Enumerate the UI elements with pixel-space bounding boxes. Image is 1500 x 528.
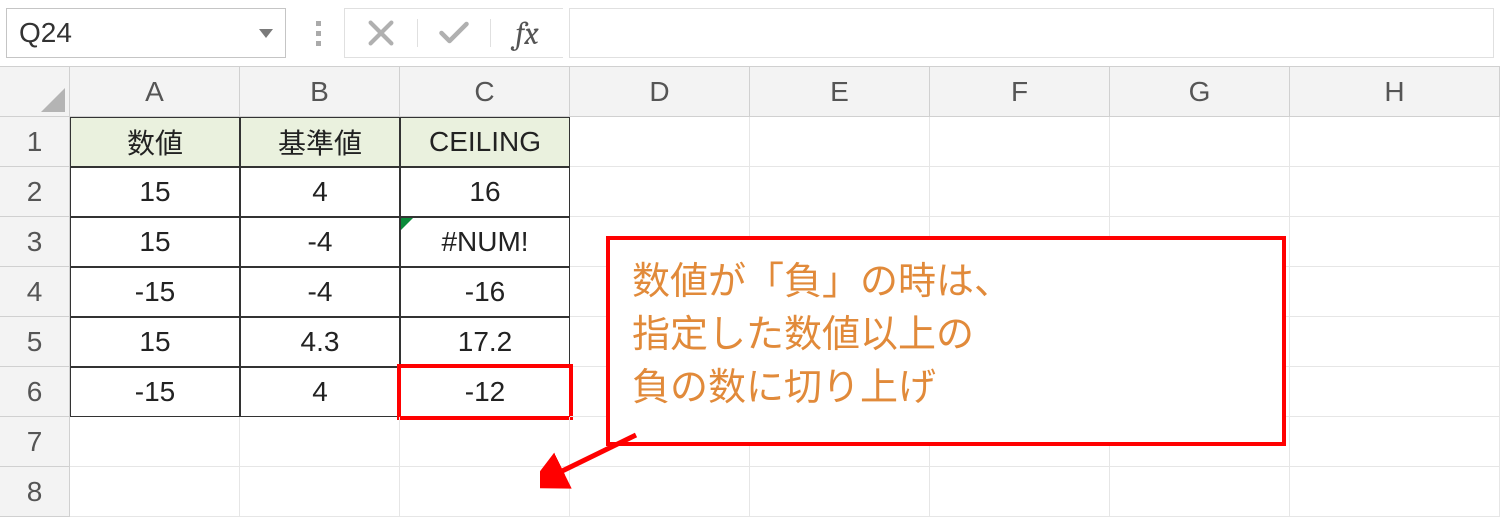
cell-D2[interactable]: [570, 167, 750, 217]
insert-function-button[interactable]: fx: [491, 15, 563, 52]
col-header-C[interactable]: C: [400, 67, 570, 117]
cell-B4[interactable]: -4: [240, 267, 400, 317]
cell-G8[interactable]: [1110, 467, 1290, 517]
cell-E8[interactable]: [750, 467, 930, 517]
formula-buttons: fx: [344, 8, 563, 58]
x-icon: [368, 20, 394, 46]
cell-C3[interactable]: #NUM!: [400, 217, 570, 267]
cell-G2[interactable]: [1110, 167, 1290, 217]
cell-B5[interactable]: 4.3: [240, 317, 400, 367]
col-header-D[interactable]: D: [570, 67, 750, 117]
annotation-callout: 数値が「負」の時は、 指定した数値以上の 負の数に切り上げ: [606, 236, 1286, 446]
cell-B1[interactable]: 基準値: [240, 117, 400, 167]
formula-input[interactable]: [569, 8, 1494, 58]
cell-B2[interactable]: 4: [240, 167, 400, 217]
name-box-dropdown-icon[interactable]: [259, 29, 273, 38]
cell-C7[interactable]: [400, 417, 570, 467]
row-header-4[interactable]: 4: [0, 267, 70, 317]
row-header-8[interactable]: 8: [0, 467, 70, 517]
cell-D8[interactable]: [570, 467, 750, 517]
name-box-value: Q24: [19, 17, 259, 49]
row-header-2[interactable]: 2: [0, 167, 70, 217]
select-all-triangle[interactable]: [0, 67, 70, 117]
cell-C4[interactable]: -16: [400, 267, 570, 317]
cell-E1[interactable]: [750, 117, 930, 167]
cell-H1[interactable]: [1290, 117, 1500, 167]
cell-A1[interactable]: 数値: [70, 117, 240, 167]
col-header-B[interactable]: B: [240, 67, 400, 117]
cell-A4[interactable]: -15: [70, 267, 240, 317]
cell-A2[interactable]: 15: [70, 167, 240, 217]
cell-H8[interactable]: [1290, 467, 1500, 517]
cancel-button[interactable]: [345, 20, 417, 46]
cell-B8[interactable]: [240, 467, 400, 517]
cell-A5[interactable]: 15: [70, 317, 240, 367]
col-header-G[interactable]: G: [1110, 67, 1290, 117]
row-header-6[interactable]: 6: [0, 367, 70, 417]
name-box[interactable]: Q24: [6, 8, 286, 58]
row-header-1[interactable]: 1: [0, 117, 70, 167]
cell-F8[interactable]: [930, 467, 1110, 517]
col-header-A[interactable]: A: [70, 67, 240, 117]
vertical-dots-icon: [316, 21, 321, 46]
enter-button[interactable]: [418, 20, 490, 46]
cell-H5[interactable]: [1290, 317, 1500, 367]
cell-A7[interactable]: [70, 417, 240, 467]
cell-A6[interactable]: -15: [70, 367, 240, 417]
check-icon: [439, 20, 469, 46]
cell-G1[interactable]: [1110, 117, 1290, 167]
cell-B3[interactable]: -4: [240, 217, 400, 267]
worksheet-grid[interactable]: A B C D E F G H 1 数値 基準値 CEILING 2 15 4 …: [0, 67, 1500, 517]
cell-H6[interactable]: [1290, 367, 1500, 417]
cell-D1[interactable]: [570, 117, 750, 167]
cell-C8[interactable]: [400, 467, 570, 517]
cell-C6[interactable]: -12: [400, 367, 570, 417]
cell-C2[interactable]: 16: [400, 167, 570, 217]
cell-B7[interactable]: [240, 417, 400, 467]
annotation-line2: 指定した数値以上の: [632, 309, 1260, 362]
row-header-7[interactable]: 7: [0, 417, 70, 467]
cell-F2[interactable]: [930, 167, 1110, 217]
annotation-line1: 数値が「負」の時は、: [632, 256, 1260, 309]
cell-H7[interactable]: [1290, 417, 1500, 467]
cell-C5[interactable]: 17.2: [400, 317, 570, 367]
cell-E2[interactable]: [750, 167, 930, 217]
cell-A8[interactable]: [70, 467, 240, 517]
col-header-E[interactable]: E: [750, 67, 930, 117]
cell-F1[interactable]: [930, 117, 1110, 167]
formula-bar-options[interactable]: [298, 8, 338, 58]
cell-H4[interactable]: [1290, 267, 1500, 317]
col-header-F[interactable]: F: [930, 67, 1110, 117]
cell-C1[interactable]: CEILING: [400, 117, 570, 167]
row-header-3[interactable]: 3: [0, 217, 70, 267]
cell-B6[interactable]: 4: [240, 367, 400, 417]
cell-A3[interactable]: 15: [70, 217, 240, 267]
formula-bar: Q24 fx: [0, 0, 1500, 67]
cell-H3[interactable]: [1290, 217, 1500, 267]
cell-H2[interactable]: [1290, 167, 1500, 217]
annotation-line3: 負の数に切り上げ: [632, 362, 1260, 415]
fx-icon: fx: [515, 15, 538, 52]
col-header-H[interactable]: H: [1290, 67, 1500, 117]
row-header-5[interactable]: 5: [0, 317, 70, 367]
